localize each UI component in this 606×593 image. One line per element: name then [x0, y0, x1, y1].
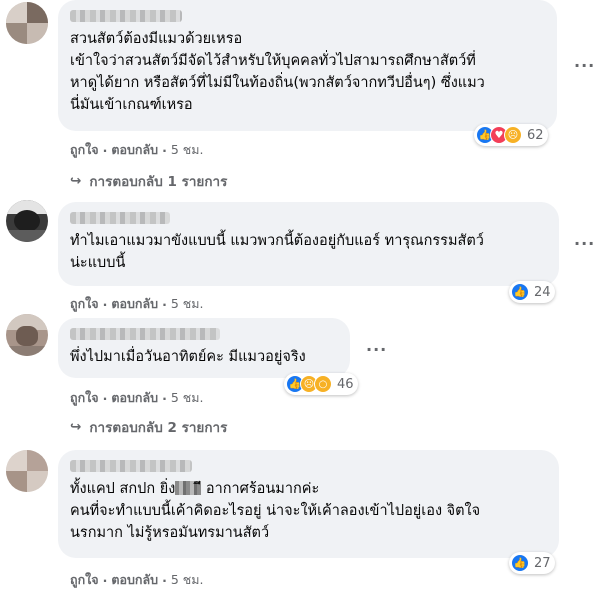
comment-actions: ถูกใจ · ตอบกลับ · 5 ชม. — [70, 294, 203, 314]
replies-label: การตอบกลับ 2 รายการ — [89, 420, 228, 436]
more-options-icon[interactable]: ··· — [366, 340, 387, 359]
comment-bubble: ทำไมเอาแมวมาขังแบบนี้ แมวพวกนี้ต้องอยู่ก… — [58, 202, 559, 286]
reply-arrow-icon: ↪ — [70, 419, 82, 435]
more-options-icon[interactable]: ··· — [574, 234, 595, 253]
comment-text-start: ทั้งแคป สกปก ยิ่ง — [70, 481, 176, 497]
avatar[interactable] — [6, 450, 48, 492]
reaction-summary[interactable]: 👍 ♥ ☹ 62 — [474, 124, 548, 146]
reply-button[interactable]: ตอบกลับ — [111, 570, 158, 590]
comment-bubble: ทั้งแคป สกปก ยิ่งี อากาศร้อนมากค่ะ คนที่… — [58, 450, 559, 558]
reaction-summary[interactable]: 👍 27 — [509, 552, 555, 574]
separator: · — [162, 142, 167, 158]
reaction-count: 24 — [534, 284, 551, 300]
like-button[interactable]: ถูกใจ — [70, 388, 99, 408]
timestamp[interactable]: 5 ชม. — [171, 570, 204, 590]
replies-label: การตอบกลับ 1 รายการ — [89, 174, 228, 190]
like-button[interactable]: ถูกใจ — [70, 140, 99, 160]
reply-button[interactable]: ตอบกลับ — [111, 140, 158, 160]
author-name[interactable] — [70, 212, 170, 224]
separator: · — [162, 572, 167, 588]
like-icon: 👍 — [511, 283, 529, 301]
timestamp[interactable]: 5 ชม. — [171, 140, 204, 160]
view-replies-button[interactable]: ↪ การตอบกลับ 2 รายการ — [70, 416, 227, 438]
avatar[interactable] — [6, 314, 48, 356]
comment-text: ทำไมเอาแมวมาขังแบบนี้ แมวพวกนี้ต้องอยู่ก… — [70, 233, 484, 271]
reaction-summary[interactable]: 👍 ☹ ○ 46 — [284, 373, 358, 395]
comment-actions: ถูกใจ · ตอบกลับ · 5 ชม. — [70, 570, 203, 590]
comment-text: พึ่งไปมาเมื่อวันอาทิตย์คะ มีแมวอยู่จริง — [70, 349, 306, 365]
censored-word — [175, 481, 202, 495]
reply-button[interactable]: ตอบกลับ — [111, 294, 158, 314]
timestamp[interactable]: 5 ชม. — [171, 294, 204, 314]
reply-button[interactable]: ตอบกลับ — [111, 388, 158, 408]
reaction-count: 27 — [534, 555, 551, 571]
author-name[interactable] — [70, 460, 192, 472]
separator: · — [102, 572, 108, 588]
reaction-count: 46 — [337, 376, 354, 392]
more-options-icon[interactable]: ··· — [574, 56, 595, 75]
separator: · — [102, 390, 108, 406]
comment-actions: ถูกใจ · ตอบกลับ · 5 ชม. — [70, 388, 203, 408]
reaction-summary[interactable]: 👍 24 — [509, 281, 555, 303]
author-name[interactable] — [70, 10, 182, 22]
comment-bubble: สวนสัตว์ต้องมีแมวด้วยเหรอ เข้าใจว่าสวนสั… — [58, 0, 557, 131]
like-icon: 👍 — [511, 554, 529, 572]
view-replies-button[interactable]: ↪ การตอบกลับ 1 รายการ — [70, 170, 227, 192]
separator: · — [102, 296, 108, 312]
comment-bubble: พึ่งไปมาเมื่อวันอาทิตย์คะ มีแมวอยู่จริง — [58, 318, 350, 378]
avatar[interactable] — [6, 200, 48, 242]
comment-actions: ถูกใจ · ตอบกลับ · 5 ชม. — [70, 140, 203, 160]
separator: · — [162, 296, 167, 312]
like-button[interactable]: ถูกใจ — [70, 570, 99, 590]
reply-arrow-icon: ↪ — [70, 173, 82, 189]
comment-text: ทั้งแคป สกปก ยิ่งี อากาศร้อนมากค่ะ คนที่… — [70, 478, 547, 544]
like-button[interactable]: ถูกใจ — [70, 294, 99, 314]
separator: · — [162, 390, 167, 406]
comment-text: สวนสัตว์ต้องมีแมวด้วยเหรอ เข้าใจว่าสวนสั… — [70, 31, 485, 113]
separator: · — [102, 142, 108, 158]
wow-icon: ○ — [314, 375, 332, 393]
author-name[interactable] — [70, 328, 220, 340]
avatar[interactable] — [6, 2, 48, 44]
timestamp[interactable]: 5 ชม. — [171, 388, 204, 408]
sad-icon: ☹ — [504, 126, 522, 144]
reaction-count: 62 — [527, 127, 544, 143]
